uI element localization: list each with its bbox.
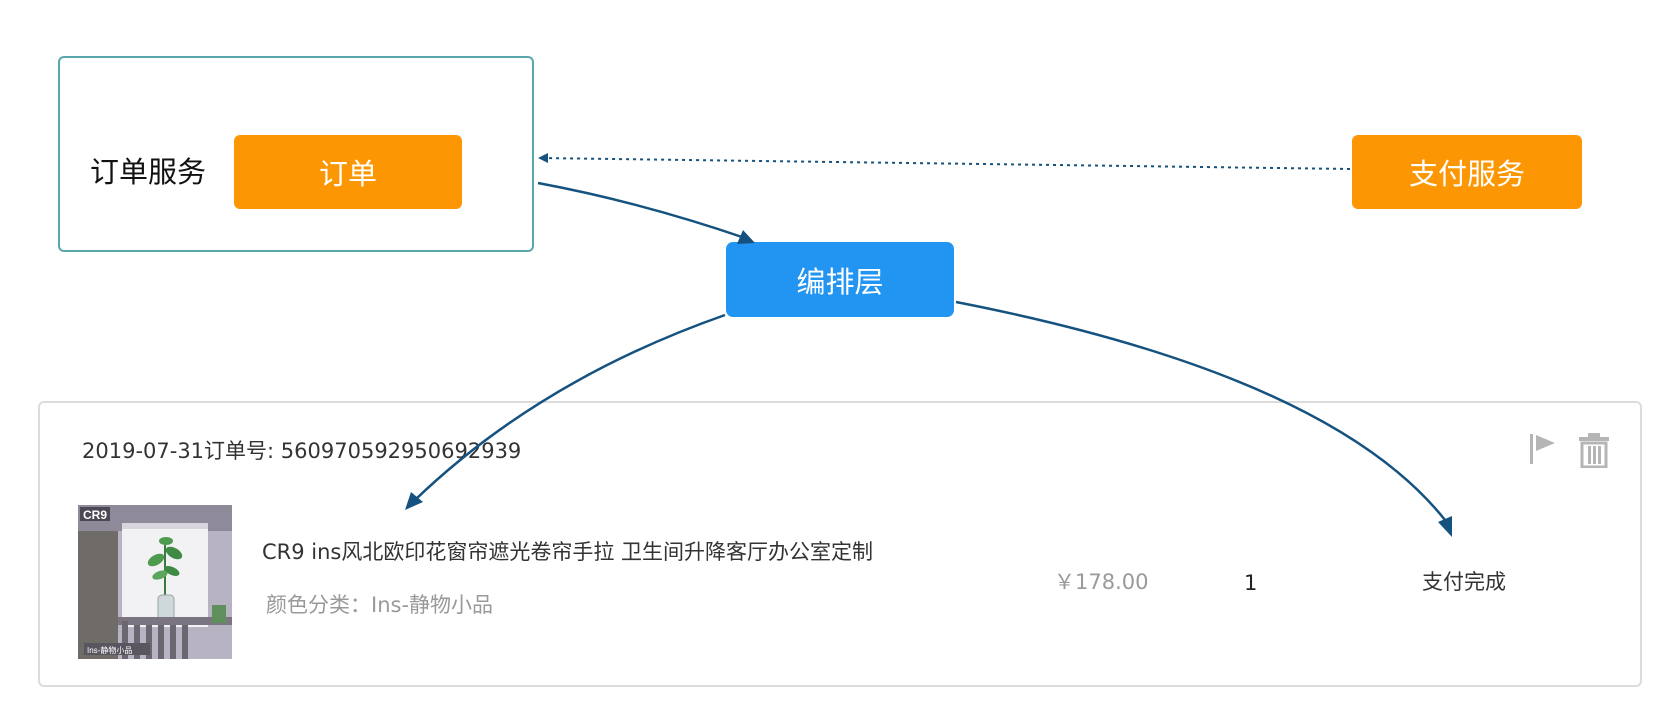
thumbnail-caption: Ins-静物小品	[87, 645, 132, 655]
order-service-label: 订单服务	[90, 155, 207, 189]
order-node[interactable]: 订单	[234, 135, 462, 209]
payment-to-order-arrowhead	[538, 153, 548, 163]
thumbnail-brand: CR9	[83, 508, 107, 522]
quantity: 1	[1244, 571, 1258, 595]
payment-service-node[interactable]: 支付服务	[1352, 135, 1582, 209]
orchestration-layer-node[interactable]: 编排层	[726, 242, 954, 317]
order-meta: 2019-07-31订单号: 560970592950692939	[82, 439, 522, 463]
order-to-orchestration-arrow	[537, 181, 746, 240]
order-status: 支付完成	[1422, 570, 1506, 594]
product-thumbnail[interactable]: CR9 Ins-静物小品	[78, 505, 232, 659]
payment-to-order-arrow	[539, 157, 1351, 170]
flag-icon[interactable]	[1528, 432, 1558, 470]
trash-icon[interactable]	[1578, 432, 1610, 472]
product-variant: 颜色分类：Ins-静物小品	[266, 593, 494, 617]
product-title[interactable]: CR9 ins风北欧印花窗帘遮光卷帘手拉 卫生间升降客厅办公室定制	[262, 537, 873, 567]
price: ￥178.00	[1054, 570, 1149, 594]
